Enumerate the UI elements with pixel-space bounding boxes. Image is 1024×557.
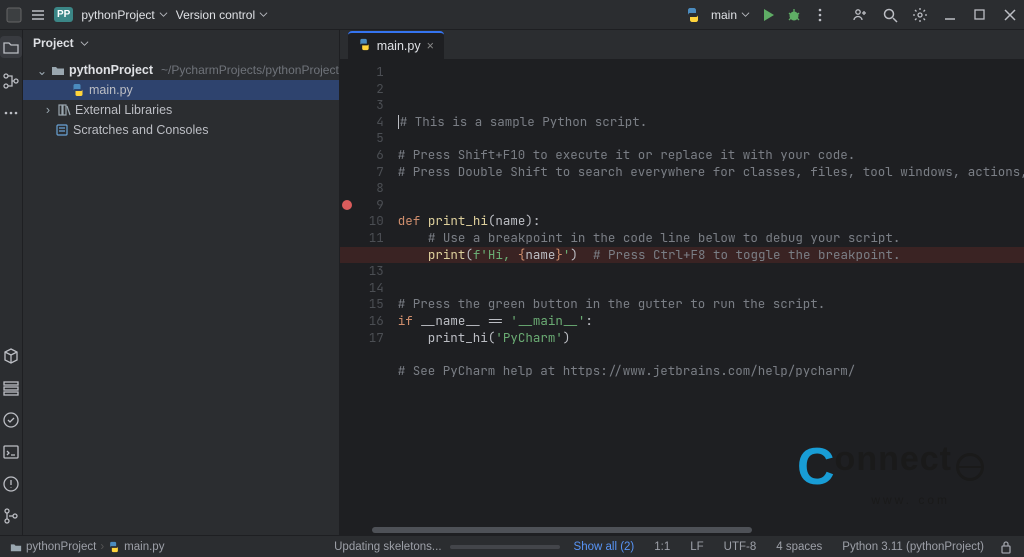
structure-tool-icon[interactable]: [2, 72, 20, 90]
vcs-dropdown-label: Version control: [176, 8, 255, 22]
run-config-label: main: [711, 8, 737, 22]
project-panel: Project ⌄ pythonProject ~/PycharmProject…: [23, 30, 340, 535]
line-separator[interactable]: LF: [684, 541, 709, 553]
project-panel-header[interactable]: Project: [23, 30, 339, 56]
project-tool-icon[interactable]: [0, 36, 22, 58]
show-all-tasks-link[interactable]: Show all (2): [568, 541, 641, 553]
app-logo-icon: [6, 7, 22, 23]
interpreter[interactable]: Python 3.11 (pythonProject): [836, 541, 990, 553]
title-bar: PP pythonProject Version control main: [0, 0, 1024, 30]
progress-bar: [450, 545, 560, 549]
settings-icon[interactable]: [912, 7, 928, 23]
editor-tabstrip: main.py ×: [340, 30, 1024, 60]
indent-settings[interactable]: 4 spaces: [770, 541, 828, 553]
caret-position[interactable]: 1:1: [648, 541, 676, 553]
problems-icon[interactable]: [2, 475, 20, 493]
chevron-down-icon: [80, 39, 89, 48]
tree-root-label: pythonProject: [69, 63, 153, 77]
close-tab-icon[interactable]: ×: [427, 39, 434, 53]
chevron-down-icon[interactable]: ⌄: [37, 63, 47, 78]
tree-scratches-label: Scratches and Consoles: [73, 123, 209, 137]
close-window-icon[interactable]: [1002, 7, 1018, 23]
search-icon[interactable]: [882, 7, 898, 23]
tree-extlib-label: External Libraries: [75, 103, 172, 117]
project-dropdown[interactable]: pythonProject: [81, 8, 167, 22]
debug-button[interactable]: [786, 7, 802, 23]
project-badge: PP: [54, 7, 73, 22]
task-label: Updating skeletons...: [334, 541, 441, 553]
breakpoint-icon[interactable]: [342, 200, 352, 210]
left-tool-rail: [0, 30, 23, 535]
chevron-down-icon: [741, 10, 750, 19]
status-bar: pythonProject › main.py Updating skeleto…: [0, 535, 1024, 557]
python-file-icon: [108, 541, 120, 553]
breadcrumb-file: main.py: [124, 541, 164, 553]
python-file-icon: [71, 83, 85, 97]
project-dropdown-label: pythonProject: [81, 8, 154, 22]
project-tree: ⌄ pythonProject ~/PycharmProjects/python…: [23, 56, 339, 144]
code-body[interactable]: Indexing... # This is a sample Python sc…: [390, 60, 1024, 525]
tree-file-label: main.py: [89, 83, 133, 97]
services-icon[interactable]: [2, 379, 20, 397]
python-icon: [685, 7, 701, 23]
breadcrumb-project: pythonProject: [26, 541, 96, 553]
line-number-gutter[interactable]: 1234567891011121314151617: [354, 60, 390, 525]
lock-icon[interactable]: [998, 539, 1014, 555]
tree-scratches[interactable]: Scratches and Consoles: [23, 120, 339, 140]
vcs-dropdown[interactable]: Version control: [176, 8, 268, 22]
maximize-window-icon[interactable]: [972, 7, 988, 23]
library-icon: [57, 103, 71, 117]
minimize-window-icon[interactable]: [942, 7, 958, 23]
editor-area: main.py × 1234567891011121314151617 Inde…: [340, 30, 1024, 535]
scratch-icon: [55, 123, 69, 137]
breadcrumb[interactable]: pythonProject › main.py: [10, 541, 164, 553]
chevron-down-icon: [259, 10, 268, 19]
background-task[interactable]: Updating skeletons...: [334, 541, 559, 553]
more-run-icon[interactable]: [812, 7, 828, 23]
tree-root-project[interactable]: ⌄ pythonProject ~/PycharmProjects/python…: [23, 60, 339, 80]
chevron-down-icon: [159, 10, 168, 19]
project-panel-title: Project: [33, 36, 74, 50]
folder-icon: [51, 63, 65, 77]
run-button[interactable]: [760, 7, 776, 23]
terminal-icon[interactable]: [2, 443, 20, 461]
vcs-tool-icon[interactable]: [2, 507, 20, 525]
breakpoint-gutter[interactable]: [340, 60, 354, 525]
python-console-icon[interactable]: [2, 411, 20, 429]
file-encoding[interactable]: UTF-8: [718, 541, 763, 553]
more-tool-icon[interactable]: [2, 104, 20, 122]
editor-horizontal-scrollbar[interactable]: [340, 525, 1024, 535]
editor-tab-main[interactable]: main.py ×: [348, 31, 444, 59]
python-file-icon: [358, 38, 371, 54]
tree-root-path: ~/PycharmProjects/pythonProject: [161, 63, 339, 77]
tree-file-main[interactable]: main.py: [23, 80, 339, 100]
run-config-dropdown[interactable]: main: [711, 8, 750, 22]
code-editor[interactable]: 1234567891011121314151617 Indexing... # …: [340, 60, 1024, 525]
editor-tab-label: main.py: [377, 39, 421, 53]
folder-icon: [10, 541, 22, 553]
chevron-right-icon[interactable]: ›: [43, 103, 53, 117]
main-menu-icon[interactable]: [30, 7, 46, 23]
python-packages-icon[interactable]: [2, 347, 20, 365]
tree-external-libraries[interactable]: › External Libraries: [23, 100, 339, 120]
code-with-me-icon[interactable]: [852, 7, 868, 23]
